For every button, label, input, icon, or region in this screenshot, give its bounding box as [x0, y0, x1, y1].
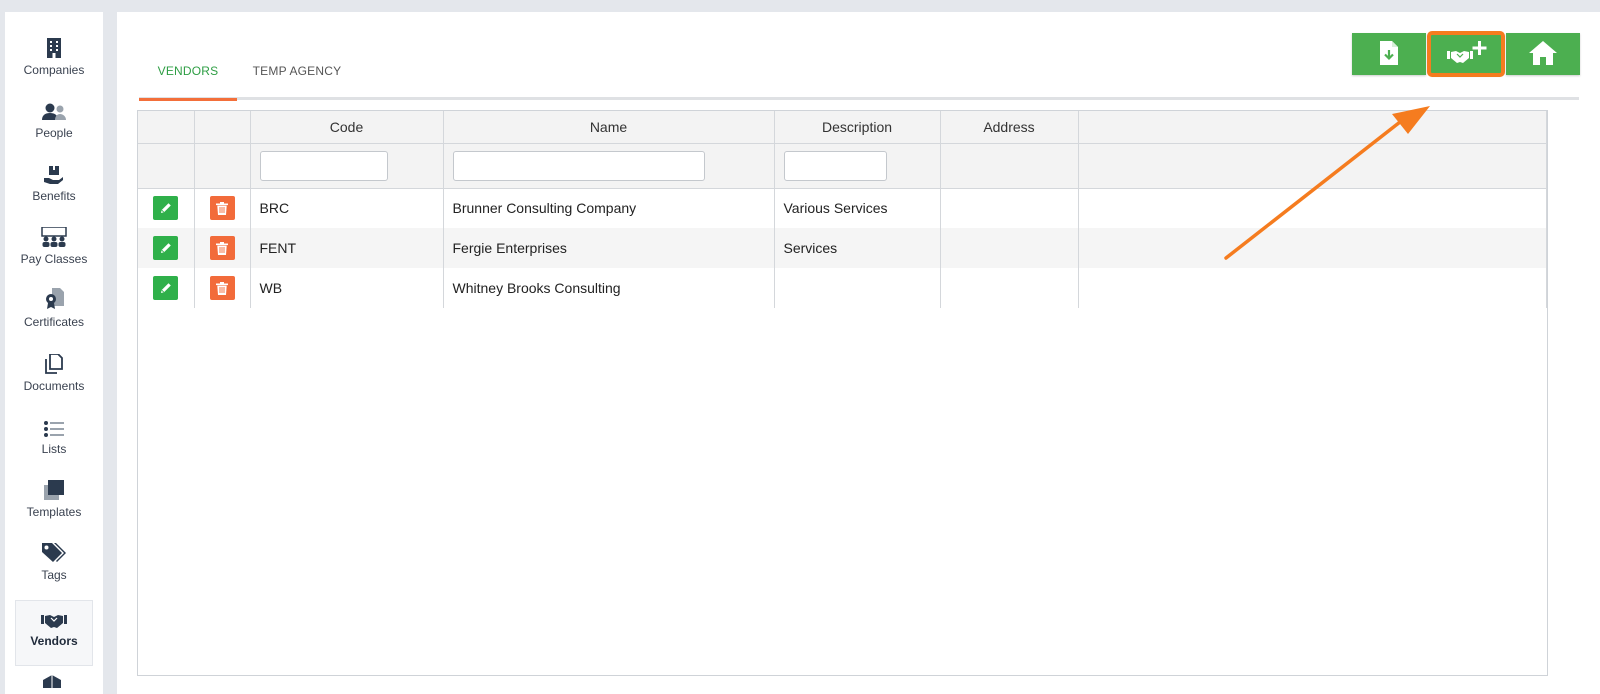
- cell-address: [940, 268, 1079, 308]
- tab-temp-agency[interactable]: TEMP AGENCY: [237, 60, 357, 100]
- edit-cell: [138, 188, 195, 228]
- cell-address: [940, 228, 1079, 268]
- cell-filler: [1078, 188, 1547, 228]
- sidebar-item-label: Templates: [26, 505, 82, 519]
- table-row: WB Whitney Brooks Consulting: [138, 268, 1547, 308]
- sidebar-item-label: Documents: [23, 379, 85, 393]
- delete-cell: [194, 188, 251, 228]
- sidebar-item-companies[interactable]: Companies: [15, 30, 93, 94]
- home-icon: [1529, 40, 1557, 68]
- column-header-address[interactable]: Address: [940, 111, 1079, 144]
- group-icon: [41, 219, 67, 247]
- handshake-icon: [41, 601, 67, 629]
- delete-button[interactable]: [209, 276, 235, 300]
- name-filter-input[interactable]: [452, 150, 705, 181]
- filter-cell: [194, 143, 251, 189]
- sidebar-item-benefits[interactable]: Benefits: [15, 156, 93, 220]
- cell-description: Various Services: [774, 188, 941, 228]
- file-download-icon: [1380, 40, 1398, 68]
- sidebar-more-icon: [41, 674, 63, 693]
- sidebar-item-tags[interactable]: Tags: [15, 535, 93, 599]
- documents-icon: [45, 346, 63, 374]
- edit-button[interactable]: [153, 236, 179, 260]
- sidebar-item-templates[interactable]: Templates: [15, 472, 93, 536]
- delete-cell: [194, 268, 251, 308]
- pencil-icon: [160, 243, 171, 253]
- column-header-code[interactable]: Code: [250, 111, 444, 144]
- sidebar-item-vendors[interactable]: Vendors: [15, 600, 93, 666]
- filter-cell-name: [443, 143, 775, 189]
- filter-cell: [940, 143, 1079, 189]
- filter-row: [138, 143, 1547, 189]
- edit-column-header: [138, 111, 195, 144]
- toolbar: [1349, 31, 1580, 77]
- tab-vendors[interactable]: VENDORS: [139, 60, 237, 101]
- sidebar: Companies People Benefits Pay Classes Ce…: [5, 12, 103, 694]
- vendors-table: Code Name Description Address BRC Brunne…: [138, 111, 1547, 308]
- filter-cell-code: [250, 143, 444, 189]
- cell-name: Fergie Enterprises: [443, 228, 775, 268]
- trash-icon: [216, 201, 228, 215]
- templates-icon: [44, 472, 64, 500]
- edit-button[interactable]: [153, 276, 179, 300]
- delete-column-header: [194, 111, 251, 144]
- sidebar-item-label: Tags: [41, 568, 67, 582]
- sidebar-item-pay-classes[interactable]: Pay Classes: [15, 219, 93, 283]
- download-button[interactable]: [1352, 33, 1426, 75]
- filter-cell: [138, 143, 195, 189]
- cell-description: [774, 268, 941, 308]
- list-icon: [44, 409, 64, 437]
- vendors-grid: Code Name Description Address BRC Brunne…: [137, 110, 1548, 676]
- column-header-name[interactable]: Name: [443, 111, 775, 144]
- building-icon: [46, 30, 62, 58]
- certificate-icon: [44, 282, 64, 310]
- sidebar-item-documents[interactable]: Documents: [15, 346, 93, 410]
- filter-cell-description: [774, 143, 941, 189]
- edit-cell: [138, 228, 195, 268]
- delete-button[interactable]: [209, 196, 235, 221]
- delete-cell: [194, 228, 251, 268]
- cell-address: [940, 188, 1079, 228]
- pencil-icon: [160, 283, 171, 293]
- table-row: BRC Brunner Consulting Company Various S…: [138, 188, 1547, 228]
- hand-box-icon: [44, 156, 64, 184]
- cell-description: Services: [774, 228, 941, 268]
- sidebar-item-label: Benefits: [32, 189, 76, 203]
- description-filter-input[interactable]: [783, 150, 887, 181]
- cell-code: FENT: [250, 228, 444, 268]
- sidebar-item-label: Certificates: [23, 315, 85, 329]
- sidebar-item-label: Pay Classes: [20, 252, 88, 266]
- table-row: FENT Fergie Enterprises Services: [138, 228, 1547, 268]
- sidebar-item-people[interactable]: People: [15, 93, 93, 157]
- trash-icon: [216, 241, 228, 255]
- add-vendor-button[interactable]: [1427, 31, 1505, 77]
- filler-column-header: [1078, 111, 1547, 144]
- cell-filler: [1078, 268, 1547, 308]
- home-button[interactable]: [1506, 33, 1580, 75]
- pencil-icon: [160, 203, 171, 214]
- people-icon: [41, 93, 67, 121]
- filter-cell: [1078, 143, 1547, 189]
- sidebar-item-label: People: [35, 126, 73, 140]
- edit-cell: [138, 268, 195, 308]
- cell-name: Whitney Brooks Consulting: [443, 268, 775, 308]
- code-filter-input[interactable]: [259, 150, 388, 181]
- trash-icon: [216, 281, 228, 295]
- sidebar-item-label: Vendors: [30, 634, 78, 648]
- sidebar-item-label: Companies: [23, 63, 85, 77]
- cell-name: Brunner Consulting Company: [443, 188, 775, 228]
- cell-code: BRC: [250, 188, 444, 228]
- main-panel: VENDORS TEMP AGENCY Code Name Descriptio…: [117, 12, 1600, 694]
- sidebar-item-label: Lists: [41, 442, 67, 456]
- delete-button[interactable]: [209, 236, 235, 260]
- handshake-plus-icon: [1445, 39, 1487, 70]
- sidebar-item-lists[interactable]: Lists: [15, 409, 93, 473]
- cell-filler: [1078, 228, 1547, 268]
- tags-icon: [42, 535, 66, 563]
- sidebar-item-certificates[interactable]: Certificates: [15, 282, 93, 346]
- column-header-description[interactable]: Description: [774, 111, 941, 144]
- cell-code: WB: [250, 268, 444, 308]
- edit-button[interactable]: [153, 196, 179, 221]
- header-row: Code Name Description Address: [138, 111, 1547, 144]
